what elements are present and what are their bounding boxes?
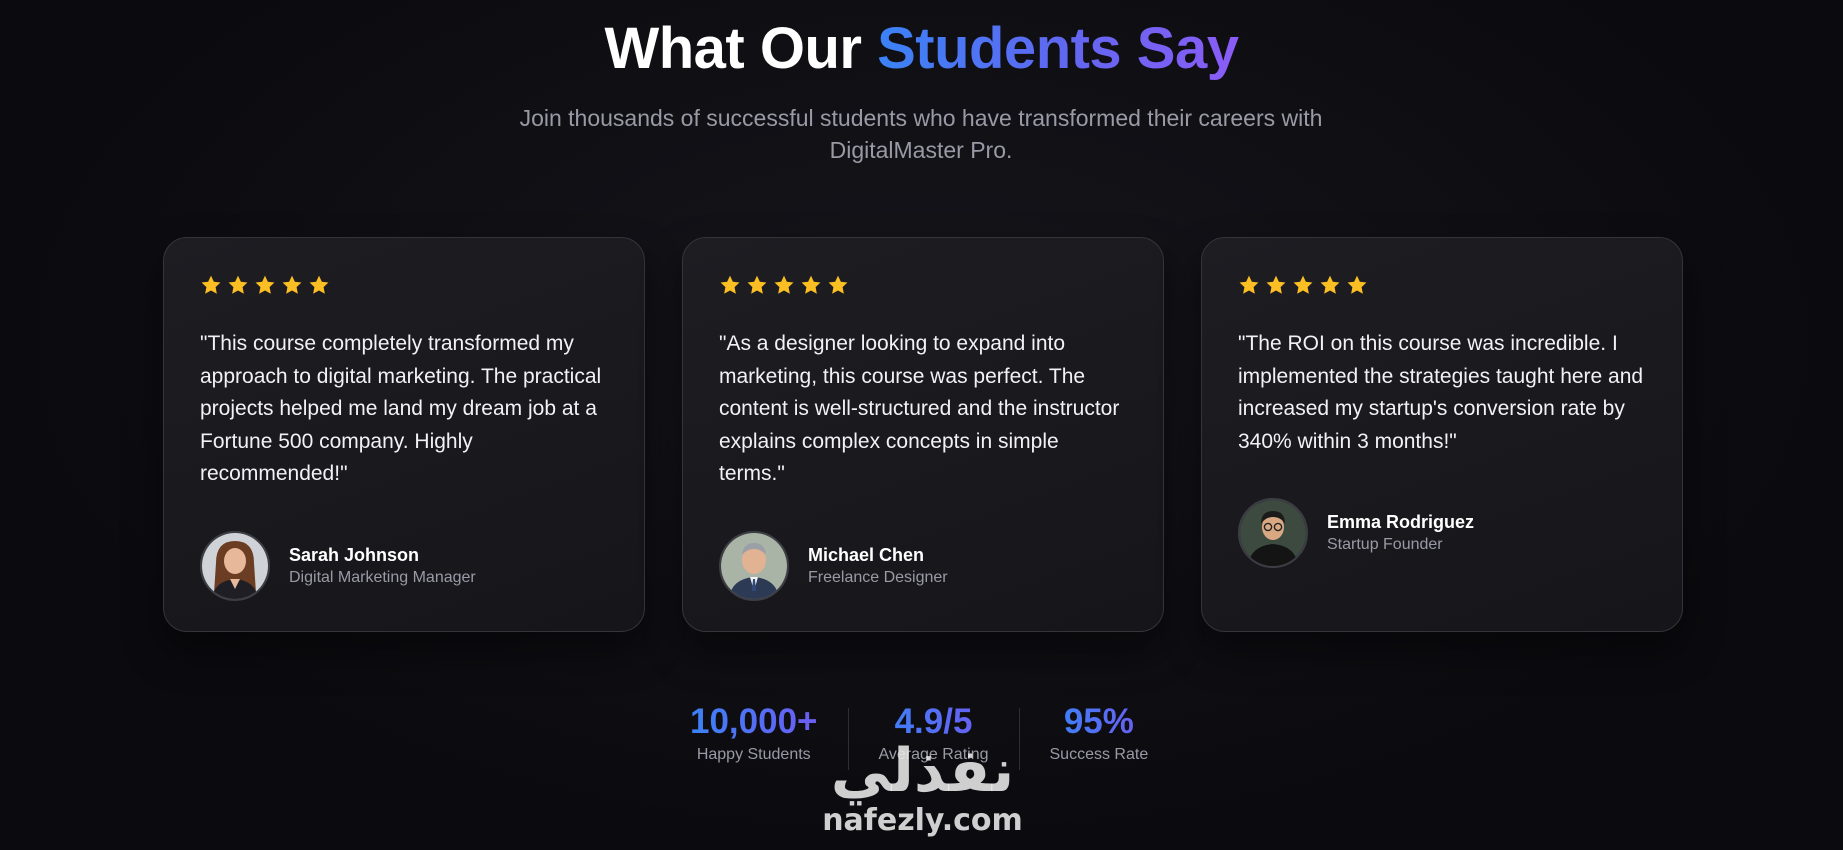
star-icon xyxy=(201,275,221,294)
testimonial-quote: "As a designer looking to expand into ma… xyxy=(719,332,1120,485)
avatar xyxy=(1238,498,1308,568)
star-icon xyxy=(309,275,329,294)
star-rating xyxy=(719,274,1127,298)
watermark-latin: nafezly.com xyxy=(822,803,1023,838)
woman-portrait-icon xyxy=(202,532,268,599)
stat-label: Success Rate xyxy=(1049,746,1149,763)
star-icon xyxy=(720,275,740,294)
star-rating xyxy=(200,274,608,298)
stat-value: 95% xyxy=(1050,700,1149,744)
title-plain: What Our xyxy=(604,16,878,81)
star-rating xyxy=(1238,274,1646,298)
star-icon xyxy=(801,275,821,294)
avatar xyxy=(200,530,270,601)
star-icon xyxy=(1347,275,1367,294)
star-icon xyxy=(1239,275,1259,294)
author-name: Sarah Johnson xyxy=(289,544,420,565)
testimonial-card: "As a designer looking to expand into ma… xyxy=(682,237,1164,632)
author-name: Emma Rodriguez xyxy=(1327,512,1475,532)
testimonial-author: Sarah Johnson Digital Marketing Manager xyxy=(200,530,608,601)
man-portrait-icon xyxy=(721,532,787,599)
section-subtitle: Join thousands of successful students wh… xyxy=(519,105,1323,163)
stat-label: Average Rating xyxy=(878,746,989,763)
testimonial-card: "This course completely transformed my a… xyxy=(163,237,645,632)
testimonials-section: What Our Students Say Join thousands of … xyxy=(0,0,1843,850)
avatar xyxy=(719,530,789,601)
star-icon xyxy=(1293,275,1313,294)
star-icon xyxy=(282,275,302,294)
star-icon xyxy=(1266,275,1286,294)
stat-happy-students: 10,000+ Happy Students xyxy=(660,700,848,766)
testimonial-quote: "This course completely transformed my a… xyxy=(200,332,602,485)
section-title: What Our Students Say xyxy=(0,14,1843,84)
stat-success-rate: 95% Success Rate xyxy=(1020,700,1179,766)
stat-label: Happy Students xyxy=(696,746,811,763)
testimonial-cards: "This course completely transformed my a… xyxy=(163,237,1683,632)
star-icon xyxy=(828,275,848,294)
testimonial-author: Michael Chen Freelance Designer xyxy=(719,530,1127,601)
star-icon xyxy=(255,275,275,294)
stat-average-rating: 4.9/5 Average Rating xyxy=(849,700,1019,766)
author-role: Digital Marketing Manager xyxy=(289,568,476,586)
author-role: Startup Founder xyxy=(1327,536,1443,553)
stat-value: 4.9/5 xyxy=(879,700,989,744)
star-icon xyxy=(747,275,767,294)
stats-bar: 10,000+ Happy Students 4.9/5 Average Rat… xyxy=(660,700,1178,770)
testimonial-author: Emma Rodriguez Startup Founder xyxy=(1238,498,1646,568)
man-glasses-portrait-icon xyxy=(1240,500,1306,566)
author-role: Freelance Designer xyxy=(808,568,948,586)
star-icon xyxy=(774,275,794,294)
stat-value: 10,000+ xyxy=(690,700,818,744)
star-icon xyxy=(228,275,248,294)
title-highlight: Students Say xyxy=(877,16,1239,81)
author-name: Michael Chen xyxy=(808,544,925,565)
star-icon xyxy=(1320,275,1340,294)
testimonial-card: "The ROI on this course was incredible. … xyxy=(1201,237,1683,632)
testimonial-quote: "The ROI on this course was incredible. … xyxy=(1238,332,1644,453)
